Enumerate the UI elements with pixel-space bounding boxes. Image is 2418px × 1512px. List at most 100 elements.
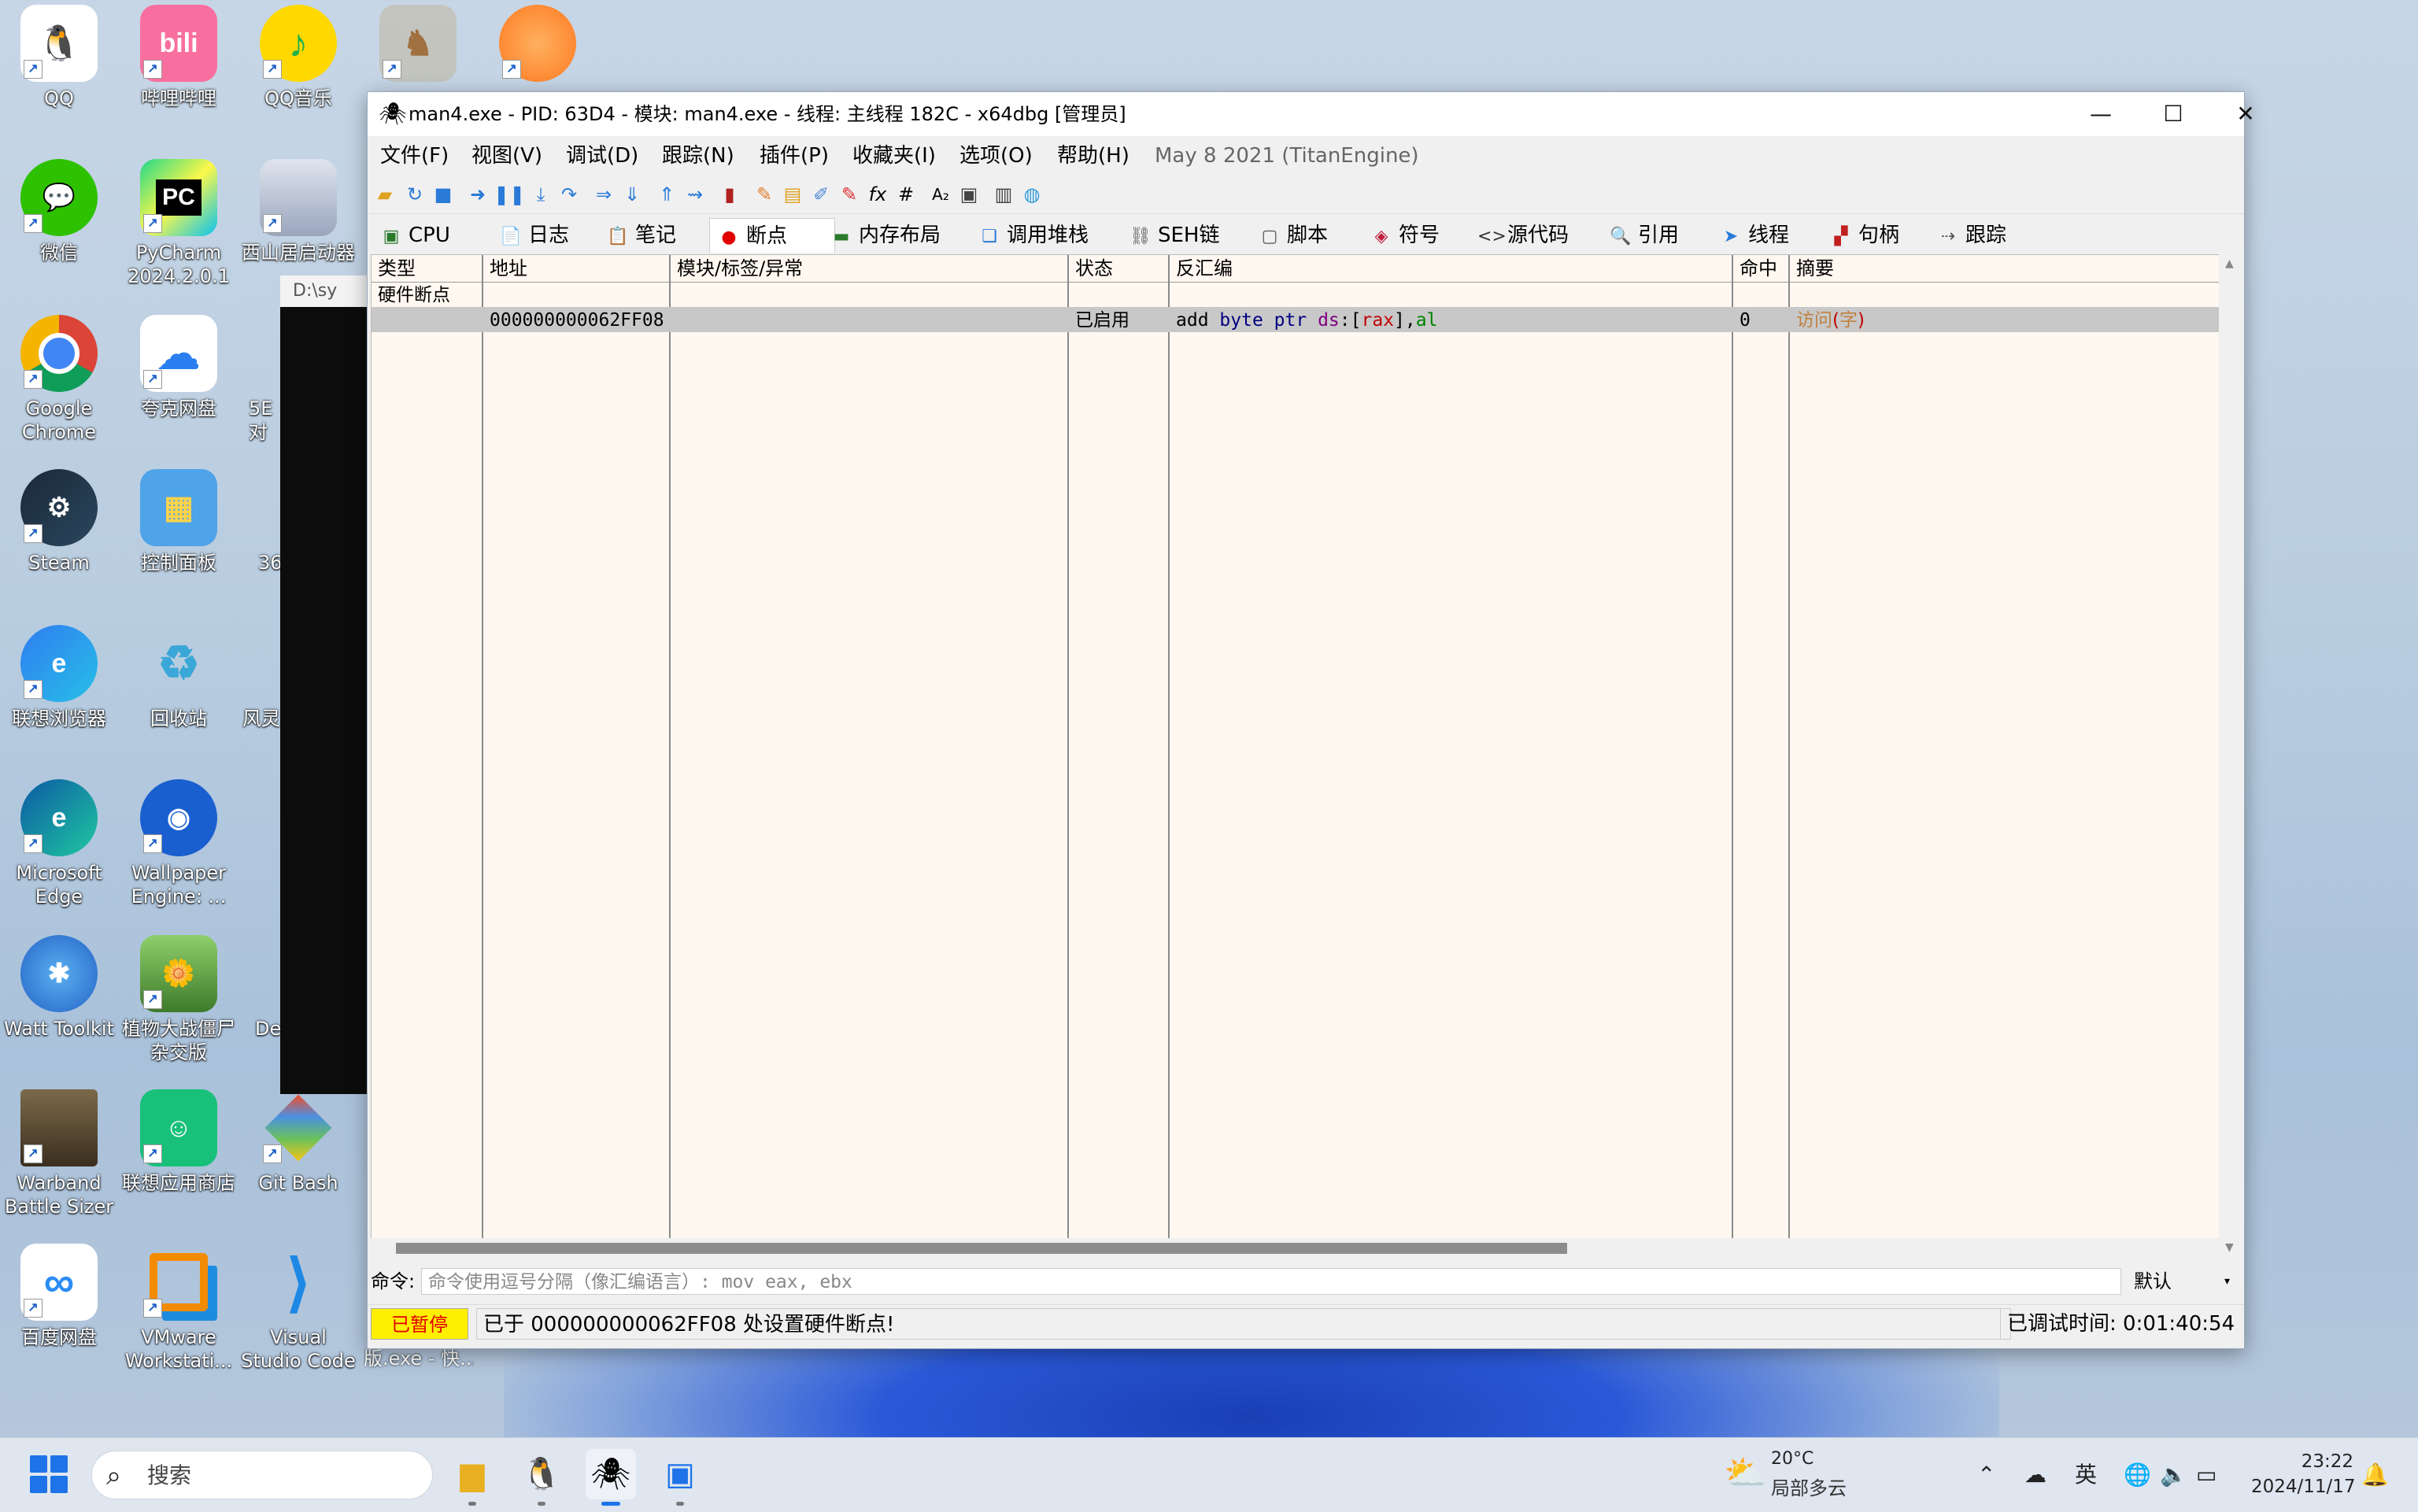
desktop-icon-edge[interactable]: e ↗ Microsoft Edge — [0, 779, 118, 908]
open-icon[interactable]: ▰ — [372, 182, 397, 207]
menu-trace[interactable]: 跟踪(N) — [662, 136, 734, 176]
col-type[interactable]: 类型 — [372, 255, 416, 282]
desktop-icon-game-2[interactable]: ↗ — [479, 5, 597, 82]
step-into-icon[interactable]: ⤓ — [528, 182, 553, 207]
trace-over-icon[interactable]: ⇓ — [619, 182, 645, 207]
patch-icon[interactable]: ✎ — [752, 182, 777, 207]
close-button[interactable]: ✕ — [2209, 92, 2282, 136]
desktop-icon-vmware[interactable]: ↗ VMware Workstati... — [120, 1244, 238, 1373]
desktop-icon-de[interactable]: De — [239, 935, 287, 1041]
tab-breakpoints[interactable]: ● 断点 — [709, 218, 835, 253]
tab-handles[interactable]: ▞ 句柄 — [1828, 218, 1899, 253]
tab-log[interactable]: 📄 日志 — [498, 218, 569, 253]
desktop-icon-watt-toolkit[interactable]: ✱ Watt Toolkit — [0, 935, 118, 1041]
desktop-icon-qq[interactable]: 🐧 ↗ QQ — [0, 5, 118, 110]
vertical-scrollbar[interactable]: ▲ ▼ — [2219, 254, 2241, 1257]
functions-icon[interactable]: fx — [865, 182, 890, 207]
tab-symbols[interactable]: ◈ 符号 — [1369, 218, 1440, 253]
comments-icon[interactable]: ▤ — [780, 182, 805, 207]
network-icon[interactable]: 🌐 — [2124, 1438, 2151, 1512]
tab-references[interactable]: 🔍 引用 — [1608, 218, 1679, 253]
menu-view[interactable]: 视图(V) — [471, 136, 542, 176]
menu-debug[interactable]: 调试(D) — [566, 136, 638, 176]
volume-icon[interactable]: 🔈 — [2160, 1438, 2187, 1512]
desktop-icon-fengling[interactable]: 风灵 — [239, 625, 287, 730]
tab-source[interactable]: <>源代码 — [1477, 218, 1569, 253]
tab-trace[interactable]: ⇢ 跟踪 — [1936, 218, 2006, 253]
desktop-icon-baidu-netdisk[interactable]: ∞ ↗ 百度网盘 — [0, 1244, 118, 1349]
globe-icon[interactable]: ◍ — [1019, 182, 1044, 207]
menu-file[interactable]: 文件(F) — [380, 136, 449, 176]
desktop-icon-quark[interactable]: ☁ ↗ 夸克网盘 — [120, 315, 238, 420]
desktop-icon-steam[interactable]: ⚙ ↗ Steam — [0, 469, 118, 575]
tab-memory-map[interactable]: ▬ 内存布局 — [829, 218, 941, 253]
menu-help[interactable]: 帮助(H) — [1057, 136, 1130, 176]
scroll-down-icon[interactable]: ▼ — [2225, 1241, 2234, 1254]
horizontal-scrollbar[interactable] — [371, 1238, 2219, 1257]
run-icon[interactable]: ➜ — [465, 182, 490, 207]
bookmarks-icon[interactable]: ✎ — [837, 182, 862, 207]
desktop-icon-recycle-bin[interactable]: ♻ 回收站 — [120, 625, 238, 730]
col-state[interactable]: 状态 — [1069, 255, 1113, 282]
desktop-icon-bilibili[interactable]: bili ↗ 哔哩哔哩 — [120, 5, 238, 110]
clock[interactable]: 23:22 2024/11/17 — [2251, 1449, 2356, 1499]
col-hits[interactable]: 命中 — [1733, 255, 1777, 282]
desktop-icon-pvz[interactable]: 🌼 ↗ 植物大战僵尸杂交版 — [120, 935, 238, 1064]
desktop-icon-warband[interactable]: ↗ Warband Battle Sizer — [0, 1089, 118, 1218]
pause-icon[interactable]: ❚❚ — [494, 182, 525, 207]
col-module[interactable]: 模块/标签/异常 — [671, 255, 803, 282]
step-over-icon[interactable]: ↷ — [556, 182, 582, 207]
desktop-icon-game-1[interactable]: ♞ ↗ — [359, 5, 477, 82]
menu-options[interactable]: 选项(O) — [959, 136, 1033, 176]
battery-icon[interactable]: ▭ — [2196, 1438, 2216, 1512]
tab-notes[interactable]: 📋 笔记 — [605, 218, 676, 253]
tab-cpu[interactable]: ▣ CPU — [379, 218, 450, 253]
start-button[interactable] — [30, 1455, 69, 1495]
desktop-icon-control-panel[interactable]: ▦ 控制面板 — [120, 469, 238, 575]
execute-till-return-icon[interactable]: ⇑ — [654, 182, 679, 207]
command-engine-select[interactable]: 默认 ▾ — [2128, 1268, 2238, 1295]
desktop-icon-vscode[interactable]: ⟩ Visual Studio Code — [239, 1244, 357, 1373]
col-disassembly[interactable]: 反汇编 — [1170, 255, 1233, 282]
run-to-user-code-icon[interactable]: ⇝ — [682, 182, 708, 207]
title-bar[interactable]: 🕷 man4.exe - PID: 63D4 - 模块: man4.exe - … — [368, 92, 2255, 136]
desktop-icon-360[interactable]: 36 — [239, 469, 287, 575]
tab-threads[interactable]: ➤ 线程 — [1718, 218, 1789, 253]
desktop-icon-pycharm[interactable]: PC ↗ PyCharm 2024.2.0.1 — [120, 159, 238, 288]
chevron-up-icon[interactable]: ⌃ — [1977, 1438, 1995, 1512]
desktop-icon-wallpaper-engine[interactable]: ◉ ↗ Wallpaper Engine: ... — [120, 779, 238, 908]
trace-into-icon[interactable]: ⇒ — [591, 182, 616, 207]
menu-plugins[interactable]: 插件(P) — [760, 136, 829, 176]
x64dbg-window[interactable]: 🕷 man4.exe - PID: 63D4 - 模块: man4.exe - … — [367, 91, 2255, 1349]
desktop-icon-git-bash[interactable]: ↗ Git Bash — [239, 1089, 357, 1195]
desktop-icon-lenovo-browser[interactable]: e ↗ 联想浏览器 — [0, 625, 118, 730]
tab-call-stack[interactable]: ❏ 调用堆栈 — [977, 218, 1089, 253]
desktop-icon-xishanju[interactable]: ↗ 西山居启动器 - 尘白禁区 — [239, 159, 357, 264]
restart-icon[interactable]: ↻ — [402, 182, 427, 207]
notification-bell-icon[interactable]: 🔔 — [2361, 1438, 2389, 1512]
desktop-icon-lenovo-store[interactable]: ☺ ↗ 联想应用商店 — [120, 1089, 238, 1195]
taskbar-file-explorer[interactable]: ▆ — [447, 1449, 497, 1506]
hash-icon[interactable]: # — [893, 182, 919, 207]
col-address[interactable]: 地址 — [483, 255, 527, 282]
taskbar-app-window[interactable]: ▣ — [655, 1449, 705, 1506]
horizontal-scroll-thumb[interactable] — [396, 1243, 1567, 1254]
scylla-icon[interactable]: ▮ — [717, 182, 742, 207]
font-icon[interactable]: A₂ — [928, 182, 953, 207]
ime-indicator[interactable]: 英 — [2075, 1438, 2097, 1512]
taskbar-search[interactable]: ⌕ 搜索 — [91, 1451, 433, 1499]
desktop-icon-qqmusic[interactable]: ♪ ↗ QQ音乐 — [239, 5, 357, 110]
stop-icon[interactable]: ■ — [431, 182, 456, 207]
desktop-icon-chrome[interactable]: ↗ Google Chrome — [0, 315, 118, 444]
scroll-up-icon[interactable]: ▲ — [2225, 257, 2234, 270]
find-strings-icon[interactable]: ▣ — [956, 182, 982, 207]
tab-script[interactable]: ▢ 脚本 — [1257, 218, 1328, 253]
table-row[interactable]: 000000000062FF08 已启用 add byte ptr ds:[ra… — [372, 309, 2220, 332]
breakpoints-table[interactable]: 类型 地址 模块/标签/异常 状态 反汇编 命中 摘要 硬件断点 0000000… — [371, 254, 2220, 1257]
maximize-button[interactable]: ☐ — [2137, 92, 2209, 136]
minimize-button[interactable]: — — [2065, 92, 2137, 136]
tab-seh-chain[interactable]: ⛓ SEH链 — [1128, 218, 1219, 253]
onedrive-offline-icon[interactable]: ☁ — [2024, 1438, 2046, 1512]
desktop-icon-5e[interactable]: 5E对 — [239, 315, 287, 444]
labels-icon[interactable]: ✐ — [808, 182, 834, 207]
